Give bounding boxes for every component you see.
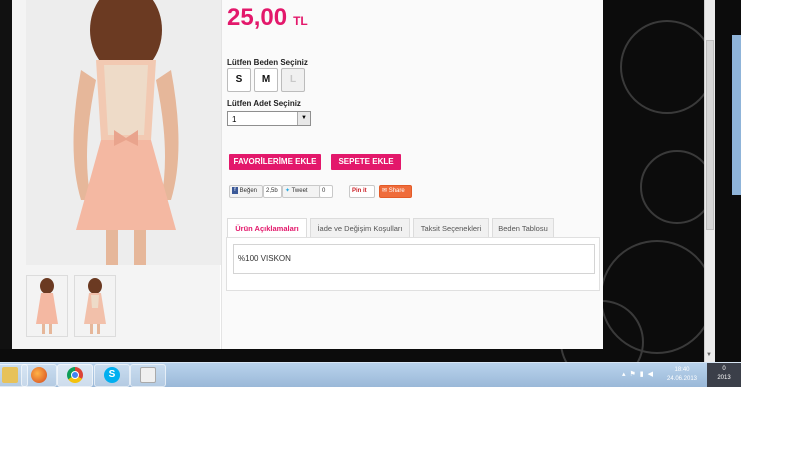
- page-left-border: [0, 0, 12, 349]
- paint-icon: [140, 367, 156, 383]
- taskbar-notification-area[interactable]: 0 2013: [707, 363, 741, 387]
- clock-date: 24.06.2013: [666, 376, 698, 382]
- quantity-value: 1: [232, 115, 237, 124]
- chevron-down-icon[interactable]: ▼: [297, 112, 310, 125]
- taskbar-chrome-button[interactable]: [57, 364, 93, 387]
- product-details: 25,00 TL Lütfen Beden Seçiniz S M L Lütfe…: [221, 0, 603, 349]
- desktop-background: 25,00 TL Lütfen Beden Seçiniz S M L Lütfe…: [0, 0, 741, 385]
- show-hidden-icons-icon[interactable]: ▴: [622, 371, 630, 378]
- share-label: Share: [388, 188, 405, 194]
- add-to-cart-button[interactable]: SEPETE EKLE: [331, 154, 401, 170]
- price-currency: TL: [293, 14, 308, 28]
- facebook-icon: f: [232, 186, 238, 194]
- page-scrollbar[interactable]: ▼: [704, 0, 715, 362]
- firefox-icon: [31, 367, 47, 383]
- taskbar-firefox-button[interactable]: [21, 364, 57, 387]
- twitter-icon: ✦: [285, 188, 291, 194]
- notification-bottom: 2013: [717, 375, 731, 381]
- window-edge: [732, 35, 741, 195]
- taskbar-clock[interactable]: 18:40 24.06.2013: [661, 366, 703, 384]
- flag-icon[interactable]: ⚑: [630, 371, 640, 378]
- quantity-label: Lütfen Adet Seçiniz: [227, 99, 301, 108]
- product-price: 25,00 TL: [227, 4, 308, 32]
- network-icon[interactable]: ▮: [640, 371, 648, 378]
- tweet-button[interactable]: ✦ Tweet: [282, 185, 321, 198]
- add-to-favorites-button[interactable]: FAVORİLERİME EKLE: [229, 154, 321, 170]
- facebook-like-label: Beğen: [239, 188, 258, 194]
- tweet-label: Tweet: [291, 188, 308, 194]
- background-swirl: [640, 150, 714, 224]
- product-page: 25,00 TL Lütfen Beden Seçiniz S M L Lütfe…: [0, 0, 603, 349]
- background-swirl: [620, 20, 714, 114]
- system-tray-icons[interactable]: ▴⚑▮◀: [622, 370, 657, 378]
- skype-icon: S: [104, 367, 120, 383]
- tab-product-description[interactable]: Ürün Açıklamaları: [227, 218, 307, 238]
- tab-installment-options[interactable]: Taksit Seçenekleri: [413, 218, 489, 238]
- size-option-m[interactable]: M: [254, 68, 278, 92]
- tab-panel: %100 VISKON: [226, 237, 600, 291]
- scrollbar-thumb[interactable]: [706, 40, 714, 230]
- scroll-down-arrow-icon[interactable]: ▼: [706, 352, 712, 358]
- price-value: 25,00: [227, 4, 288, 31]
- share-button[interactable]: ✉ Share: [379, 185, 412, 198]
- size-label: Lütfen Beden Seçiniz: [227, 58, 308, 67]
- main-product-image[interactable]: [26, 0, 226, 265]
- thumbnail-back[interactable]: [74, 275, 116, 337]
- share-icon: ✉: [382, 188, 388, 194]
- product-gallery: [12, 0, 226, 349]
- clock-time: 18:40: [674, 367, 690, 373]
- taskbar-skype-button[interactable]: S: [94, 364, 130, 387]
- chrome-icon: [67, 367, 83, 383]
- library-icon: [2, 367, 18, 383]
- taskbar-paint-button[interactable]: [130, 364, 166, 387]
- volume-icon[interactable]: ◀: [648, 371, 657, 378]
- size-option-s[interactable]: S: [227, 68, 251, 92]
- pinterest-pin-button[interactable]: Pin it: [349, 185, 375, 198]
- quantity-select[interactable]: 1 ▼: [227, 111, 311, 126]
- facebook-like-button[interactable]: f Beğen: [229, 185, 263, 198]
- windows-taskbar: S ▴⚑▮◀ 18:40 24.06.2013 0 2013: [0, 362, 741, 387]
- tab-content-text: %100 VISKON: [233, 244, 595, 274]
- facebook-like-count: 2,5b: [263, 185, 282, 198]
- thumbnail-front[interactable]: [26, 275, 68, 337]
- tab-return-exchange[interactable]: İade ve Değişim Koşulları: [310, 218, 410, 238]
- tweet-count: 0: [319, 185, 333, 198]
- tab-size-chart[interactable]: Beden Tablosu: [492, 218, 554, 238]
- size-option-l[interactable]: L: [281, 68, 305, 92]
- notification-top: 0: [722, 366, 726, 372]
